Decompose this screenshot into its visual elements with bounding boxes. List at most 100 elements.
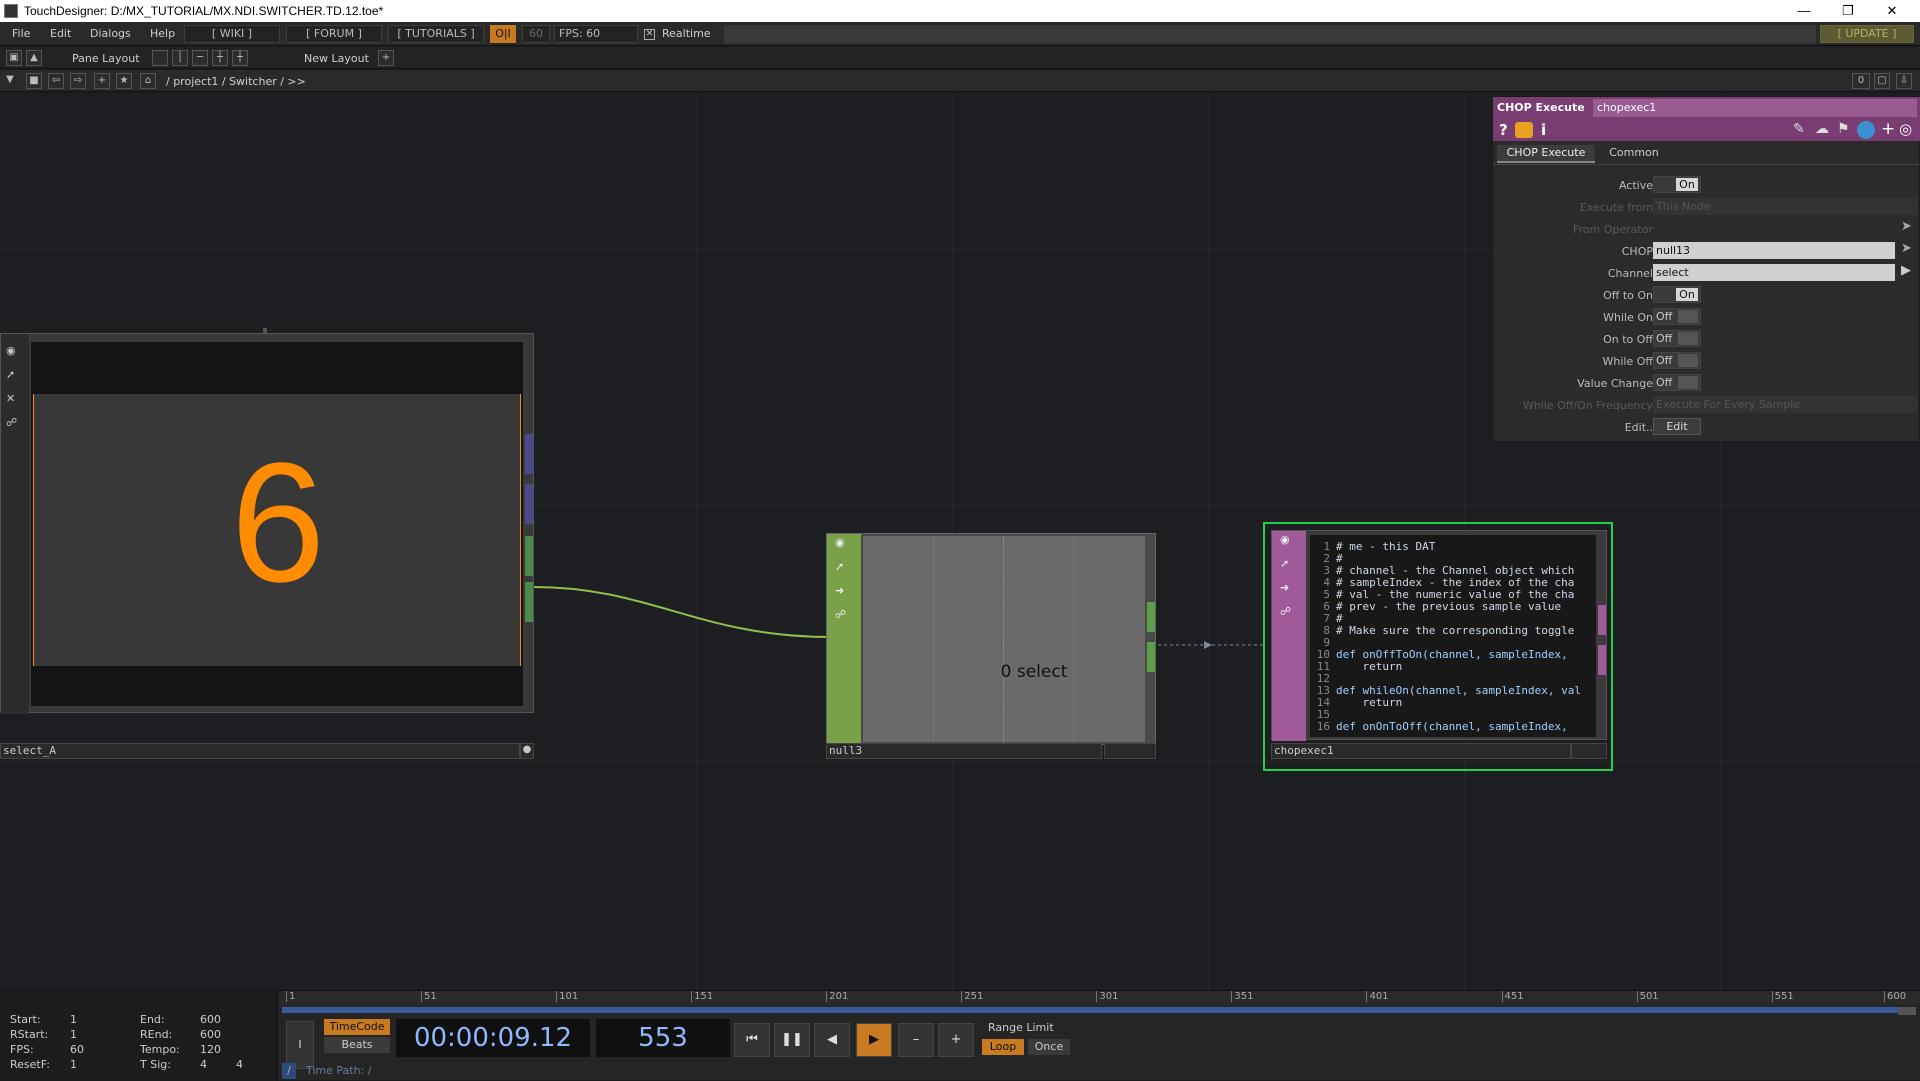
bypass-icon[interactable]: ➚ <box>1280 557 1289 570</box>
step-back-icon[interactable]: ◀ <box>814 1023 850 1057</box>
breadcrumb[interactable]: / project1 / Switcher / >> <box>166 75 306 88</box>
lock-icon[interactable]: ☍ <box>835 608 846 621</box>
add-icon[interactable]: + <box>94 73 110 89</box>
range-bar[interactable] <box>282 1007 1898 1013</box>
rewind-icon[interactable]: ⏮ <box>734 1023 770 1057</box>
loop-toggle[interactable]: Loop <box>982 1039 1024 1055</box>
realtime-checkbox-icon[interactable]: ✕ <box>644 29 655 40</box>
viewer-active-icon[interactable]: ◉ <box>6 344 16 357</box>
select-a-viewer[interactable]: 6 <box>31 342 523 706</box>
rend-value[interactable]: 600 <box>200 1028 221 1041</box>
maximize-pane-icon[interactable]: ▢ <box>1874 73 1890 89</box>
code-line[interactable]: 8 # Make sure the corresponding toggle <box>1310 625 1596 637</box>
node-null3[interactable]: ◉ ➚ ➜ ☍ 0 select <box>826 533 1156 746</box>
dropdown-icon[interactable]: ▼ <box>2 73 18 89</box>
param-value-change-toggle[interactable]: Off <box>1653 374 1701 391</box>
param-on-to-off-toggle[interactable]: Off <box>1653 330 1701 347</box>
beats-toggle[interactable]: Beats <box>324 1037 390 1053</box>
tab-chop-execute[interactable]: CHOP Execute <box>1497 145 1595 163</box>
bypass-icon[interactable]: ➚ <box>6 368 15 381</box>
comment-icon[interactable]: ☁ <box>1815 121 1829 137</box>
output-icon[interactable]: ➜ <box>835 584 844 597</box>
time-mode-button[interactable]: I <box>286 1021 314 1069</box>
oi-toggle[interactable]: O|I <box>490 25 516 43</box>
output-icon[interactable]: ➜ <box>1280 581 1289 594</box>
resetf-value[interactable]: 1 <box>70 1058 77 1071</box>
param-execute-from-menu[interactable]: This Node <box>1653 198 1917 215</box>
menu-file[interactable]: File <box>12 27 30 40</box>
null3-viewer[interactable]: 0 select <box>863 536 1145 742</box>
minus-icon[interactable]: – <box>898 1023 934 1057</box>
code-line[interactable]: 11 return <box>1310 661 1596 673</box>
range-end-handle[interactable] <box>1898 1007 1916 1015</box>
tag-icon[interactable]: ⚑ <box>1837 121 1850 137</box>
once-toggle[interactable]: Once <box>1028 1039 1070 1055</box>
end-value[interactable]: 600 <box>200 1013 221 1026</box>
fps-value[interactable]: 60 <box>70 1043 84 1056</box>
timecode-toggle[interactable]: TimeCode <box>324 1019 390 1035</box>
pause-icon[interactable]: ❚❚ <box>774 1023 810 1057</box>
node-label-chopexec1[interactable]: chopexec1 <box>1271 743 1571 759</box>
node-flags[interactable] <box>1104 743 1156 759</box>
chop-picker-icon[interactable]: ➤ <box>1901 241 1912 256</box>
add-layout-icon[interactable]: + <box>378 50 394 66</box>
rstart-value[interactable]: 1 <box>70 1028 77 1041</box>
restore-button[interactable]: ❐ <box>1828 2 1868 20</box>
node-label-null3[interactable]: null3 <box>826 743 1102 759</box>
python-help-icon[interactable] <box>1515 122 1533 138</box>
pane-type-icon[interactable]: ▣ <box>6 50 22 66</box>
layout-split-v-icon[interactable]: │ <box>172 50 188 66</box>
time-display[interactable]: 00:00:09.12 <box>396 1019 590 1057</box>
forward-icon[interactable]: ⇨ <box>70 73 86 89</box>
plus-icon[interactable]: + <box>938 1023 974 1057</box>
param-edit-button[interactable]: Edit <box>1653 418 1701 435</box>
node-label-select-a[interactable]: select_A <box>0 743 520 759</box>
param-frequency-menu[interactable]: Execute For Every Sample <box>1653 396 1917 413</box>
param-op-name-field[interactable]: chopexec1 <box>1593 99 1917 117</box>
viewer-active-icon[interactable]: ◉ <box>835 536 845 549</box>
help-icon[interactable]: ? <box>1499 121 1508 139</box>
menu-dialogs[interactable]: Dialogs <box>90 27 131 40</box>
close-button[interactable]: ✕ <box>1872 2 1912 20</box>
minimize-button[interactable]: — <box>1784 2 1824 20</box>
code-line[interactable]: 6 # prev - the previous sample value <box>1310 601 1596 613</box>
clear-icon[interactable]: ✕ <box>6 392 15 405</box>
param-chop-field[interactable]: null13 <box>1653 242 1895 259</box>
layout-three-icon[interactable]: ┼ <box>212 50 228 66</box>
layout-four-icon[interactable]: ┼ <box>232 50 248 66</box>
wiki-button[interactable]: [ WIKI ] <box>184 25 280 43</box>
tempo-value[interactable]: 120 <box>200 1043 221 1056</box>
pin-icon[interactable]: ⇩ <box>1896 73 1912 89</box>
forum-button[interactable]: [ FORUM ] <box>286 25 382 43</box>
viewer-active-icon[interactable]: ◉ <box>1280 533 1290 546</box>
menu-help[interactable]: Help <box>150 27 175 40</box>
play-icon[interactable]: ▶ <box>856 1023 892 1057</box>
param-active-toggle[interactable]: On <box>1653 176 1701 193</box>
lock-icon[interactable]: ☍ <box>6 416 17 429</box>
node-chopexec1-selection[interactable]: ◉ ➚ ➜ ☍ 1 # me - this DAT 2 #3 # channel - t… <box>1263 522 1613 771</box>
pane-link-icon[interactable]: ▲ <box>26 50 42 66</box>
target-icon[interactable]: ◎ <box>1899 120 1912 138</box>
frame-ruler[interactable]: 1 51 101 151 201 251 301 351 401 451 501 551 600 <box>282 991 1920 1005</box>
param-while-on-toggle[interactable]: Off <box>1653 308 1701 325</box>
layout-single-icon[interactable] <box>152 50 168 66</box>
code-line[interactable]: 1 # me - this DAT <box>1310 541 1596 553</box>
add-icon[interactable]: + <box>1881 119 1895 139</box>
param-while-off-toggle[interactable]: Off <box>1653 352 1701 369</box>
edit-icon[interactable]: ✎ <box>1793 121 1805 137</box>
node-select-a[interactable]: ◉ ➚ ✕ ☍ 6 <box>0 328 534 714</box>
channel-menu-icon[interactable]: ▶ <box>1901 263 1911 278</box>
from-operator-picker-icon[interactable]: ➤ <box>1901 219 1912 234</box>
info-icon[interactable]: i <box>1541 121 1546 139</box>
chopexec-code-view[interactable]: 1 # me - this DAT 2 #3 # channel - the Chann… <box>1310 535 1596 737</box>
tsig-value[interactable]: 4 <box>200 1058 207 1071</box>
time-path-root[interactable]: / <box>282 1063 296 1079</box>
update-button[interactable]: [ UPDATE ] <box>1820 25 1914 43</box>
bypass-icon[interactable]: ➚ <box>835 560 844 573</box>
layout-split-h-icon[interactable]: ─ <box>192 50 208 66</box>
bookmark-icon[interactable]: ★ <box>116 73 132 89</box>
lock-icon[interactable]: ☍ <box>1280 605 1291 618</box>
tutorials-button[interactable]: [ TUTORIALS ] <box>388 25 484 43</box>
fps-cap-field[interactable]: 60 <box>522 25 550 43</box>
stop-icon[interactable]: ■ <box>26 73 42 89</box>
